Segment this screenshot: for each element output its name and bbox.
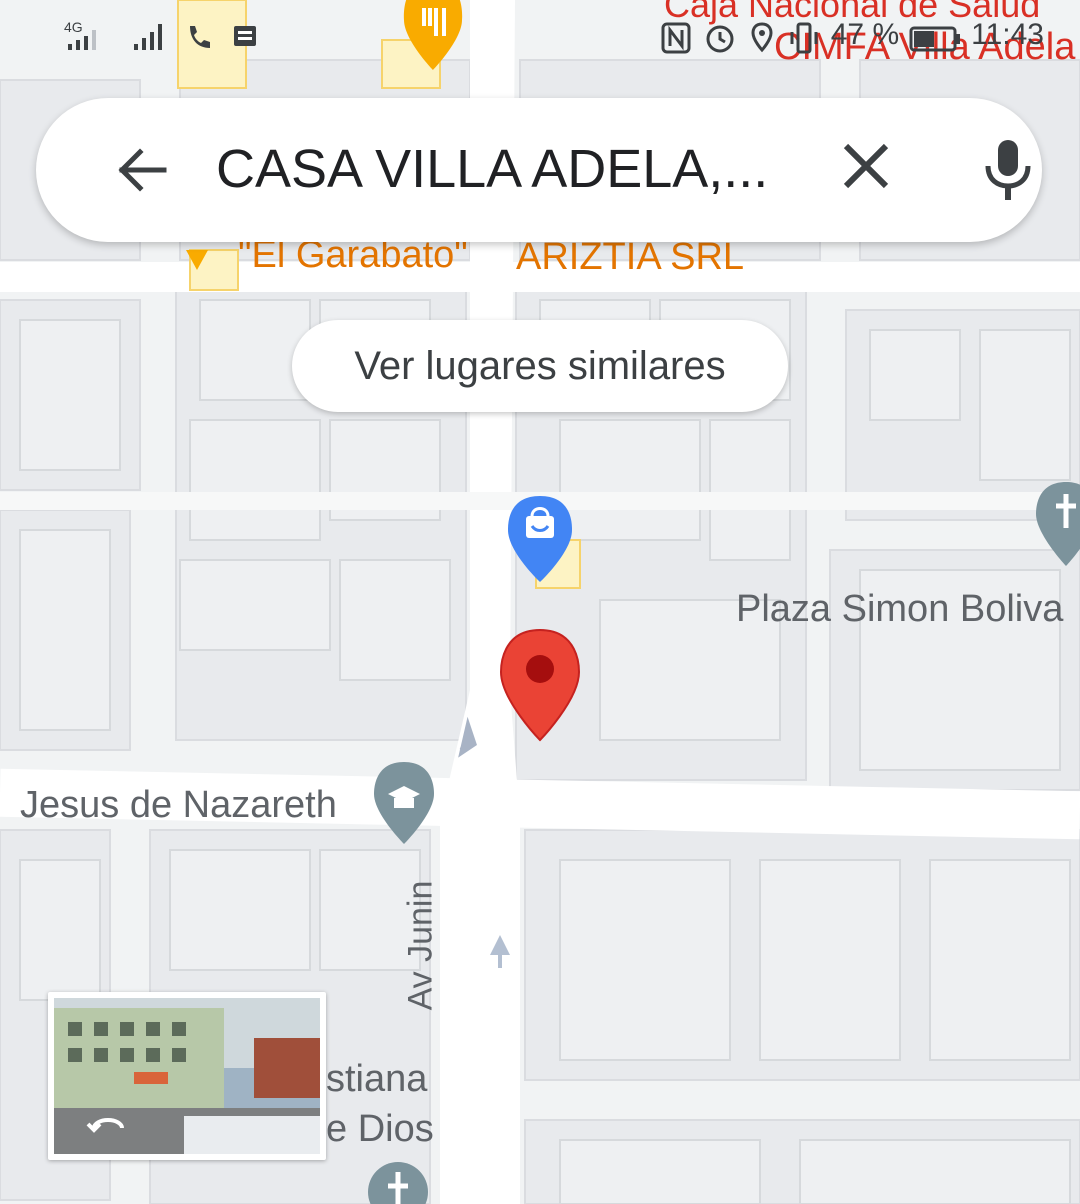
arrow-back-icon[interactable] (114, 142, 170, 198)
svg-text:4G: 4G (64, 19, 83, 35)
place-label-bottom-1[interactable]: stiana (326, 1058, 427, 1101)
clock-time: 11:43 (971, 18, 1044, 51)
search-query-text[interactable]: CASA VILLA ADELA,... (216, 138, 776, 200)
street-label-av-junin: Av Junin (401, 880, 440, 1011)
signal-icon (134, 24, 162, 50)
place-label-ariztia[interactable]: ARIZTIA SRL (516, 236, 744, 279)
status-bar: 4G 47 % 11:43 (0, 0, 1080, 80)
vibrate-icon (790, 22, 818, 54)
battery-percent: 47 % (830, 18, 900, 51)
street-view-photo (54, 998, 320, 1154)
message-icon (234, 26, 256, 46)
network-4g-icon: 4G (64, 19, 96, 50)
see-similar-places-button[interactable]: Ver lugares similares (292, 320, 788, 412)
street-view-thumbnail[interactable] (48, 992, 326, 1160)
nfc-icon (661, 22, 691, 54)
place-label-bottom-2[interactable]: e Dios (326, 1108, 434, 1151)
mic-icon[interactable] (980, 134, 1036, 204)
battery-icon (909, 26, 961, 52)
alarm-icon (706, 25, 734, 53)
place-label-plaza[interactable]: Plaza Simon Boliva (736, 588, 1063, 631)
place-label-jesus[interactable]: Jesus de Nazareth (20, 784, 337, 827)
phone-icon (190, 26, 210, 48)
search-bar[interactable]: CASA VILLA ADELA,... (36, 98, 1042, 242)
location-icon (751, 22, 773, 53)
close-icon[interactable] (840, 140, 892, 192)
